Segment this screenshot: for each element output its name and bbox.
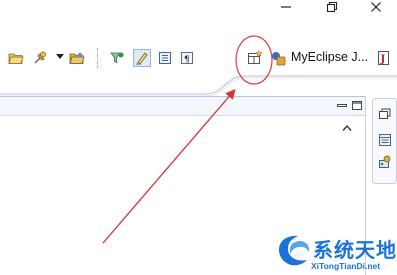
open-perspective-icon [248, 50, 263, 64]
open-folder-icon [8, 53, 24, 64]
perspective-label[interactable]: MyEclipse J... [291, 50, 368, 64]
servers-icon[interactable] [378, 155, 392, 169]
restore-button[interactable] [312, 0, 352, 14]
java-perspective-icon: J [378, 51, 389, 65]
maximize-icon[interactable] [351, 100, 363, 111]
svg-text:J: J [380, 54, 386, 65]
outline-button[interactable] [156, 49, 174, 67]
close-icon [371, 2, 381, 12]
minimize-button[interactable] [266, 0, 306, 14]
watermark-url: XiTongTianDi.net [311, 261, 381, 271]
minimize-icon [281, 6, 291, 8]
watermark-logo [279, 235, 310, 266]
open-type-button[interactable] [68, 49, 86, 67]
pin-button[interactable] [31, 49, 49, 67]
myeclipse-perspective-button[interactable] [269, 49, 287, 67]
filter-icon [110, 52, 124, 64]
restore-view-icon[interactable] [378, 107, 392, 121]
pin-icon [34, 51, 46, 64]
myeclipse-perspective-icon [272, 52, 286, 66]
editor-pane-header [0, 97, 365, 116]
minimize-icon[interactable] [336, 100, 348, 111]
watermark-title: 系统天地 [313, 238, 397, 262]
highlight-button[interactable] [133, 49, 151, 67]
restore-icon [326, 1, 338, 13]
close-button[interactable] [356, 0, 396, 14]
paragraph-icon: ¶ [181, 52, 193, 65]
scroll-up-icon[interactable] [342, 124, 352, 132]
java-perspective-button[interactable]: J [375, 49, 393, 67]
open-folder-button[interactable] [7, 49, 25, 67]
outline-icon [159, 52, 171, 64]
list-view-icon[interactable] [378, 133, 392, 147]
filter-button[interactable] [108, 49, 126, 67]
open-perspective-button[interactable] [246, 49, 264, 67]
right-trim-stack [372, 98, 397, 184]
dropdown-icon[interactable] [56, 54, 64, 60]
toolbar-separator [97, 48, 98, 68]
open-type-icon [69, 52, 85, 64]
paragraph-button[interactable]: ¶ [178, 49, 196, 67]
highlight-icon [136, 52, 148, 65]
svg-text:¶: ¶ [184, 55, 190, 65]
